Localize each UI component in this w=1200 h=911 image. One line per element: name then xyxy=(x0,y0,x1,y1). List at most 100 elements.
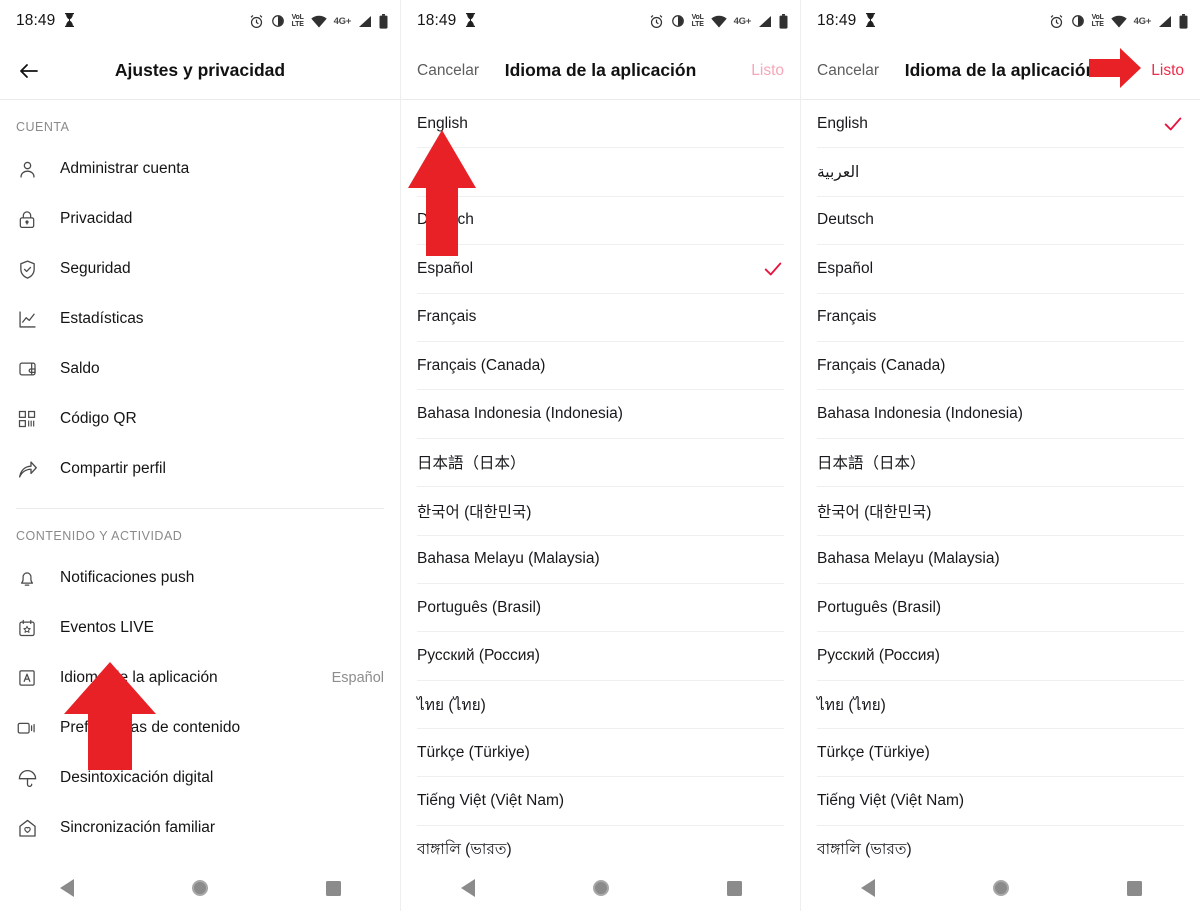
done-button[interactable]: Listo xyxy=(1151,62,1184,80)
setting-row-eventos-live[interactable]: Eventos LIVE xyxy=(0,603,400,653)
setting-row-compartir-perfil[interactable]: Compartir perfil xyxy=(0,444,400,494)
language-row[interactable]: Français xyxy=(817,294,1184,342)
nav-home-icon[interactable] xyxy=(578,865,624,911)
language-row[interactable]: Bahasa Melayu (Malaysia) xyxy=(817,536,1184,584)
setting-row-administrar-cuenta[interactable]: Administrar cuenta xyxy=(0,144,400,194)
language-row[interactable]: Deutsch xyxy=(417,197,784,246)
person-icon xyxy=(16,158,38,180)
setting-row-desintoxicaci-n-digital[interactable]: Desintoxicación digital xyxy=(0,753,400,803)
language-row[interactable]: English xyxy=(817,100,1184,149)
status-icons: VoL LTE 4G+ xyxy=(649,13,788,29)
video-icon xyxy=(16,717,38,739)
language-row[interactable]: Bahasa Melayu (Malaysia) xyxy=(417,536,784,584)
cancel-button[interactable]: Cancelar xyxy=(417,62,479,80)
shield-icon xyxy=(16,258,38,280)
language-name: Bahasa Melayu (Malaysia) xyxy=(817,550,1000,568)
language-name: Bahasa Indonesia (Indonesia) xyxy=(417,405,623,423)
setting-row-sincronizaci-n-familiar[interactable]: Sincronización familiar xyxy=(0,803,400,853)
nav-home-icon[interactable] xyxy=(978,865,1024,911)
setting-row-idioma-de-la-aplicaci-n[interactable]: Idioma de la aplicación Español xyxy=(0,653,400,703)
language-name: Русский (Россия) xyxy=(817,646,940,664)
setting-row-saldo[interactable]: Saldo xyxy=(0,344,400,394)
language-row[interactable]: العربية xyxy=(817,148,1184,197)
setting-row-seguridad[interactable]: Seguridad xyxy=(0,244,400,294)
language-row[interactable]: 한국어 (대한민국) xyxy=(817,487,1184,536)
share-icon xyxy=(16,458,38,480)
language-app-bar: Cancelar Idioma de la aplicación Listo xyxy=(801,42,1200,100)
hourglass-icon xyxy=(64,12,75,30)
language-name: Türkçe (Türkiye) xyxy=(417,743,530,761)
language-row[interactable]: Português (Brasil) xyxy=(417,584,784,633)
language-row[interactable]: Español xyxy=(817,245,1184,294)
language-row[interactable]: Français (Canada) xyxy=(817,342,1184,391)
volte-line2: LTE xyxy=(291,21,304,28)
language-row[interactable]: Türkçe (Türkiye) xyxy=(417,729,784,778)
volte-line1: VoL xyxy=(691,13,704,21)
language-row[interactable]: Bahasa Indonesia (Indonesia) xyxy=(817,390,1184,439)
calendar-icon xyxy=(16,617,38,639)
done-button[interactable]: Listo xyxy=(751,62,784,80)
language-row[interactable]: العربية xyxy=(417,148,784,197)
language-row[interactable]: Français (Canada) xyxy=(417,342,784,391)
language-name: Français (Canada) xyxy=(417,356,546,374)
language-name: Français (Canada) xyxy=(817,356,946,374)
brightness-icon xyxy=(1071,14,1085,28)
battery-icon xyxy=(779,13,788,29)
setting-row-c-digo-qr[interactable]: Código QR xyxy=(0,394,400,444)
language-row[interactable]: 日本語（日本） xyxy=(817,439,1184,488)
alarm-icon xyxy=(649,14,664,29)
back-arrow-icon[interactable] xyxy=(16,58,42,84)
nav-back-icon[interactable] xyxy=(445,865,491,911)
language-panel-before: 18:49 VoL LTE 4G+ Cancelar Idioma de la … xyxy=(400,0,800,911)
setting-row-estad-sticas[interactable]: Estadísticas xyxy=(0,294,400,344)
language-row[interactable]: ไทย (ไทย) xyxy=(417,681,784,730)
language-list: English العربية Deutsch Español Français Fran… xyxy=(801,100,1200,875)
language-row[interactable]: ไทย (ไทย) xyxy=(817,681,1184,730)
battery-icon xyxy=(379,13,388,29)
hourglass-icon xyxy=(865,12,876,30)
nav-recents-icon[interactable] xyxy=(1111,865,1157,911)
status-icons: VoL LTE 4G+ xyxy=(1049,13,1188,29)
status-bar: 18:49 VoL LTE 4G+ xyxy=(401,0,800,42)
setting-label: Desintoxicación digital xyxy=(60,769,214,786)
volte-icon: VoL LTE xyxy=(292,14,304,29)
family-home-icon xyxy=(16,817,38,839)
language-row[interactable]: 한국어 (대한민국) xyxy=(417,487,784,536)
language-row[interactable]: Türkçe (Türkiye) xyxy=(817,729,1184,778)
section-label: CUENTA xyxy=(16,120,70,134)
nav-home-icon[interactable] xyxy=(177,865,223,911)
language-name: Русский (Россия) xyxy=(417,646,540,664)
status-bar: 18:49 VoL LTE 4G+ xyxy=(801,0,1200,42)
nav-recents-icon[interactable] xyxy=(711,865,757,911)
wifi-icon xyxy=(310,15,327,28)
language-name: 한국어 (대한민국) xyxy=(817,503,932,521)
language-row[interactable]: English xyxy=(417,100,784,149)
setting-row-notificaciones-push[interactable]: Notificaciones push xyxy=(0,553,400,603)
setting-row-preferencias-de-contenido[interactable]: Preferencias de contenido xyxy=(0,703,400,753)
language-icon xyxy=(16,667,38,689)
brightness-icon xyxy=(671,14,685,28)
language-row[interactable]: Português (Brasil) xyxy=(817,584,1184,633)
language-name: বাঙ্গালি (ভারত) xyxy=(817,840,912,858)
language-row[interactable]: Español xyxy=(417,245,784,294)
language-row[interactable]: 日本語（日本） xyxy=(417,439,784,488)
wifi-icon xyxy=(710,15,727,28)
cancel-button[interactable]: Cancelar xyxy=(817,62,879,80)
language-row[interactable]: Русский (Россия) xyxy=(417,632,784,681)
language-row[interactable]: Deutsch xyxy=(817,197,1184,246)
language-row[interactable]: Bahasa Indonesia (Indonesia) xyxy=(417,390,784,439)
language-row[interactable]: Tiếng Việt (Việt Nam) xyxy=(417,777,784,826)
language-row[interactable]: Русский (Россия) xyxy=(817,632,1184,681)
nav-back-icon[interactable] xyxy=(845,865,891,911)
network-label: 4G+ xyxy=(333,15,352,27)
language-name: Bahasa Melayu (Malaysia) xyxy=(417,550,600,568)
language-row[interactable]: Français xyxy=(417,294,784,342)
language-row[interactable]: Tiếng Việt (Việt Nam) xyxy=(817,777,1184,826)
nav-recents-icon[interactable] xyxy=(310,865,356,911)
setting-row-privacidad[interactable]: Privacidad xyxy=(0,194,400,244)
language-name: العربية xyxy=(417,163,460,181)
language-name: العربية xyxy=(817,163,860,181)
setting-label: Notificaciones push xyxy=(60,569,195,586)
nav-back-icon[interactable] xyxy=(44,865,90,911)
language-name: Bahasa Indonesia (Indonesia) xyxy=(817,405,1023,423)
